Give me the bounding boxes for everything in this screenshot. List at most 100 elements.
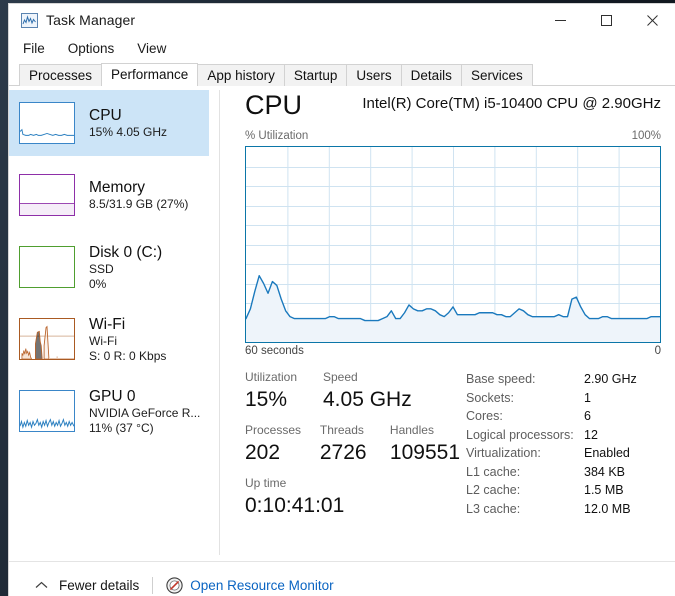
window-controls bbox=[537, 4, 675, 37]
spec-key-l3-cache: L3 cache: bbox=[466, 501, 521, 516]
spec-row-base-speed: Base speed: 2.90 GHz bbox=[466, 370, 665, 389]
footer-actions: Fewer details Open Resource Monitor bbox=[31, 575, 334, 595]
stat-utilization-label: Utilization bbox=[245, 370, 298, 384]
spec-row-virtualization: Virtualization: Enabled bbox=[466, 444, 665, 463]
task-manager-chart-icon bbox=[21, 13, 38, 28]
wifi-thumbnail-graph bbox=[19, 318, 75, 360]
cpu-stats-left: Utilization 15% Speed 4.05 GHz Processes… bbox=[245, 369, 460, 520]
stat-uptime-value: 0:10:41:01 bbox=[245, 494, 345, 517]
cpu-spec-list: Base speed: 2.90 GHz Sockets: 1 Cores: 6… bbox=[466, 370, 665, 518]
stat-speed-label: Speed bbox=[323, 370, 358, 384]
sidebar-item-cpu[interactable]: CPU 15% 4.05 GHz bbox=[9, 90, 209, 156]
graph-top-axis: % Utilization 100% bbox=[245, 130, 661, 146]
footer-divider bbox=[152, 576, 154, 594]
sidebar-item-wifi[interactable]: Wi-Fi Wi-Fi S: 0 R: 0 Kbps bbox=[19, 306, 209, 372]
graph-ylabel: % Utilization bbox=[245, 130, 309, 142]
graph-xlabel-left: 60 seconds bbox=[245, 345, 304, 357]
stat-processes-label: Processes bbox=[245, 423, 302, 437]
spec-key-virtualization: Virtualization: bbox=[466, 446, 541, 460]
sidebar-cpu-title: CPU bbox=[89, 107, 122, 124]
chevron-up-icon[interactable] bbox=[31, 575, 51, 595]
menu-item-file[interactable]: File bbox=[21, 40, 47, 57]
cpu-detail-panel: CPU Intel(R) Core(TM) i5-10400 CPU @ 2.9… bbox=[221, 86, 675, 561]
spec-row-l2-cache: L2 cache: 1.5 MB bbox=[466, 481, 665, 500]
spec-value-l2-cache: 1.5 MB bbox=[584, 483, 624, 497]
page-title: CPU bbox=[245, 90, 303, 120]
sidebar-memory-sub1: 8.5/31.9 GB (27%) bbox=[89, 197, 189, 211]
stat-speed-value: 4.05 GHz bbox=[323, 388, 412, 411]
tab-processes[interactable]: Processes bbox=[19, 64, 103, 86]
spec-key-cores: Cores: bbox=[466, 409, 503, 423]
stat-handles-label: Handles bbox=[389, 423, 434, 437]
spec-value-logical-processors: 12 bbox=[584, 427, 598, 442]
graph-bottom-axis: 60 seconds 0 bbox=[245, 345, 661, 363]
tab-performance[interactable]: Performance bbox=[101, 63, 199, 86]
spec-row-sockets: Sockets: 1 bbox=[466, 389, 665, 408]
task-manager-window: Task Manager File Options View Processes… bbox=[8, 3, 675, 596]
tab-strip: Processes Performance App history Startu… bbox=[9, 63, 675, 86]
cpu-panel-header: CPU Intel(R) Core(TM) i5-10400 CPU @ 2.9… bbox=[221, 86, 675, 130]
spec-value-l3-cache: 12.0 MB bbox=[584, 501, 631, 516]
sidebar-cpu-sub1: 15% 4.05 GHz bbox=[89, 125, 168, 139]
memory-thumbnail-graph bbox=[19, 174, 75, 216]
sidebar-wifi-title: Wi-Fi bbox=[89, 315, 126, 333]
sidebar-wifi-text: Wi-Fi Wi-Fi S: 0 R: 0 Kbps bbox=[89, 315, 166, 364]
sidebar-item-memory[interactable]: Memory 8.5/31.9 GB (27%) bbox=[19, 162, 209, 228]
sidebar-cpu-text: CPU 15% 4.05 GHz bbox=[89, 106, 167, 140]
sidebar-item-gpu0[interactable]: GPU 0 NVIDIA GeForce R... 11% (37 °C) bbox=[19, 378, 209, 444]
stat-handles: Handles 109551 bbox=[390, 422, 460, 467]
spec-row-l1-cache: L1 cache: 384 KB bbox=[466, 463, 665, 482]
maximize-button[interactable] bbox=[583, 4, 629, 37]
window-title: Task Manager bbox=[46, 12, 136, 28]
sidebar-item-disk0[interactable]: Disk 0 (C:) SSD 0% bbox=[19, 234, 209, 300]
sidebar-memory-title: Memory bbox=[89, 179, 145, 196]
cpu-utilization-chart-svg bbox=[246, 147, 660, 342]
stat-utilization: Utilization 15% bbox=[245, 369, 323, 414]
stat-uptime: Up time 0:10:41:01 bbox=[245, 475, 460, 520]
menu-item-view[interactable]: View bbox=[135, 40, 168, 57]
cpu-thumbnail-graph bbox=[19, 102, 75, 144]
spec-key-logical-processors: Logical processors: bbox=[466, 427, 574, 442]
stat-speed: Speed 4.05 GHz bbox=[323, 369, 412, 414]
sidebar-wifi-sub1: Wi-Fi bbox=[89, 333, 117, 348]
spec-value-l1-cache: 384 KB bbox=[584, 464, 626, 479]
sidebar-disk0-text: Disk 0 (C:) SSD 0% bbox=[89, 243, 162, 292]
stat-handles-value: 109551 bbox=[389, 441, 460, 464]
spec-key-l2-cache: L2 cache: bbox=[466, 483, 521, 497]
sidebar-memory-text: Memory 8.5/31.9 GB (27%) bbox=[89, 178, 188, 212]
title-bar: Task Manager bbox=[9, 4, 675, 37]
cpu-stats: Utilization 15% Speed 4.05 GHz Processes… bbox=[221, 369, 675, 549]
tab-details[interactable]: Details bbox=[400, 64, 462, 86]
spec-row-logical-processors: Logical processors: 12 bbox=[466, 426, 665, 445]
spec-row-l3-cache: L3 cache: 12.0 MB bbox=[466, 500, 665, 519]
spec-value-cores: 6 bbox=[584, 409, 591, 423]
stat-threads: Threads 2726 bbox=[320, 422, 390, 467]
tab-services[interactable]: Services bbox=[460, 64, 533, 86]
sidebar-disk0-sub2: 0% bbox=[89, 276, 107, 291]
gpu-thumbnail-graph bbox=[19, 390, 75, 432]
sidebar-gpu0-sub1: NVIDIA GeForce R... bbox=[89, 405, 201, 420]
graph-xlabel-right: 0 bbox=[654, 345, 661, 357]
minimize-button[interactable] bbox=[537, 4, 583, 37]
disk-thumbnail-graph bbox=[19, 246, 75, 288]
spec-key-sockets: Sockets: bbox=[466, 390, 514, 405]
sidebar-disk0-sub1: SSD bbox=[89, 261, 114, 276]
open-resource-monitor-link[interactable]: Open Resource Monitor bbox=[190, 578, 333, 593]
content-area: CPU 15% 4.05 GHz Memory 8.5/31.9 GB (27%… bbox=[9, 86, 675, 561]
menu-item-options[interactable]: Options bbox=[66, 40, 117, 57]
footer-bar: Fewer details Open Resource Monitor bbox=[9, 561, 675, 596]
fewer-details-button[interactable]: Fewer details bbox=[59, 578, 139, 593]
sidebar-gpu0-title: GPU 0 bbox=[89, 387, 136, 405]
resource-sidebar: CPU 15% 4.05 GHz Memory 8.5/31.9 GB (27%… bbox=[9, 86, 219, 561]
tab-startup[interactable]: Startup bbox=[283, 64, 348, 86]
spec-key-l1-cache: L1 cache: bbox=[466, 464, 521, 479]
tab-users[interactable]: Users bbox=[346, 64, 402, 86]
stat-processes: Processes 202 bbox=[245, 422, 320, 467]
spec-row-cores: Cores: 6 bbox=[466, 407, 665, 426]
stats-row-1: Utilization 15% Speed 4.05 GHz bbox=[245, 369, 460, 414]
panel-divider bbox=[219, 90, 220, 555]
resource-monitor-icon bbox=[166, 576, 183, 594]
close-button[interactable] bbox=[629, 4, 675, 37]
tab-app-history[interactable]: App history bbox=[197, 64, 285, 86]
stat-threads-label: Threads bbox=[319, 423, 364, 437]
